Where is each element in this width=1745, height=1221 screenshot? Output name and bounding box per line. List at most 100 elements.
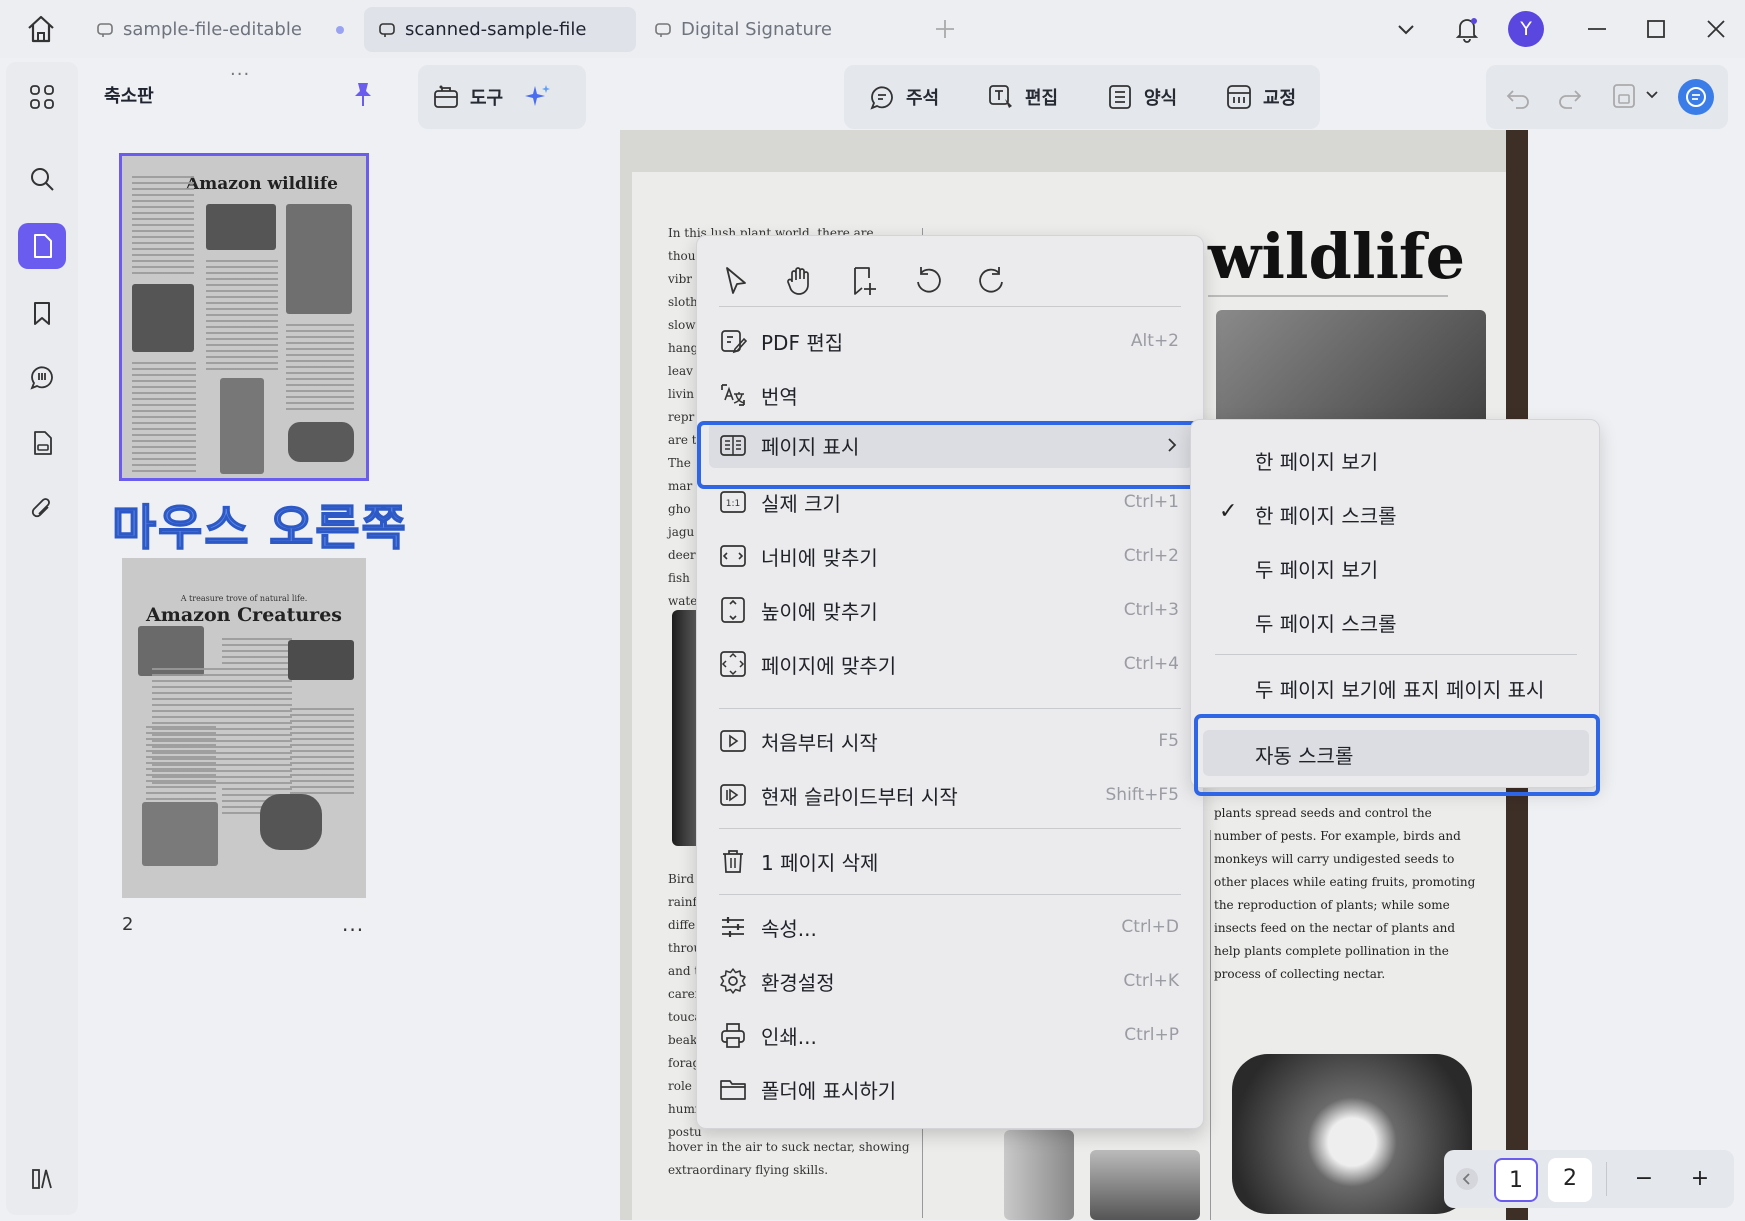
text-line: jagu [668,525,695,539]
text-line: the reproduction of plants; while some [1214,898,1450,912]
menu-shortcut: Ctrl+4 [1123,654,1179,674]
page-button-1[interactable]: 1 [1494,1158,1538,1202]
thumbnail-more-icon[interactable]: ... [342,912,364,936]
menu-item-actual-size[interactable]: 1:1 실제 크기 Ctrl+1 [697,479,1205,525]
text-line: process of collecting nectar. [1214,967,1386,981]
form-icon [1109,85,1131,109]
apps-grid-icon[interactable] [18,74,66,120]
comment-icon [870,86,893,110]
menu-item-fit-width[interactable]: 너비에 맞추기 Ctrl+2 [697,533,1205,579]
pager-divider [1606,1162,1607,1196]
bookmark-icon[interactable] [18,290,66,336]
submenu-item-cover-page[interactable]: 두 페이지 보기에 표지 페이지 표시 [1191,664,1601,710]
menu-separator [719,828,1181,829]
save-icon[interactable] [1610,81,1638,111]
menu-shortcut: F5 [1158,731,1179,751]
undo-icon[interactable] [1504,83,1532,111]
menu-separator [719,708,1181,709]
select-cursor-icon[interactable] [719,254,753,304]
submenu-item-single-page[interactable]: 한 페이지 보기 [1191,436,1601,482]
form-tool[interactable]: 양식 [1092,83,1191,111]
text-line: vibr [668,272,693,286]
ai-sparkle-icon[interactable] [523,82,553,112]
tab-icon [97,22,113,37]
menu-item-delete-page[interactable]: 1 페이지 삭제 [697,838,1205,884]
quick-tools-row [719,254,1009,304]
menu-label: 페이지에 맞추기 [761,653,897,678]
comment-list-icon[interactable] [18,354,66,400]
submenu-label: 두 페이지 보기에 표지 페이지 표시 [1255,678,1545,702]
menu-item-pdf-edit[interactable]: PDF 편집 Alt+2 [697,318,1205,364]
doc-image-owl [1232,1054,1472,1214]
sidebar-toggle-icon[interactable] [18,1156,66,1202]
tab-scanned-sample-file[interactable]: scanned-sample-file [364,7,636,52]
submenu-label: 한 페이지 스크롤 [1255,504,1397,528]
prev-page-icon[interactable] [1456,1168,1478,1190]
tab-digital-signature[interactable]: Digital Signature [640,7,910,52]
panel-resize-grip[interactable]: ··· [230,64,250,85]
submenu-label: 한 페이지 보기 [1255,450,1379,474]
maximize-icon[interactable] [1641,14,1671,44]
thumbnails-page-icon[interactable] [18,223,66,269]
menu-item-start-from-current[interactable]: 현재 슬라이드부터 시작 Shift+F5 [697,772,1205,818]
add-bookmark-icon[interactable] [847,254,881,304]
text-line: help plants complete pollination in the [1214,944,1449,958]
review-tool[interactable]: 교정 [1211,83,1310,111]
close-icon[interactable] [1701,14,1731,44]
menu-item-print[interactable]: 인쇄... Ctrl+P [697,1012,1205,1058]
menu-item-fit-height[interactable]: 높이에 맞추기 Ctrl+3 [697,587,1205,633]
menu-item-properties[interactable]: 속성... Ctrl+D [697,904,1205,950]
home-icon[interactable] [24,12,58,46]
menu-item-preferences[interactable]: 환경설정 Ctrl+K [697,958,1205,1004]
page-thumbnail-1[interactable]: Amazon wildlife [119,153,369,481]
redo-icon[interactable] [1556,83,1584,111]
zoom-in-button[interactable]: + [1678,1158,1722,1202]
pin-icon[interactable] [350,80,376,108]
menu-item-fit-page[interactable]: 페이지에 맞추기 Ctrl+4 [697,641,1205,687]
column-rule [1210,830,1211,1220]
search-icon[interactable] [18,156,66,202]
chevron-down-icon[interactable] [1391,14,1421,44]
play-icon [720,730,746,752]
submenu-item-two-page[interactable]: 두 페이지 보기 [1191,544,1601,590]
tab-label: sample-file-editable [123,19,302,40]
page-thumbnail-2[interactable]: A treasure trove of natural life. Amazon… [122,558,366,898]
tab-label: scanned-sample-file [405,19,587,40]
text-line: mar [668,479,693,493]
menu-shortcut: Ctrl+3 [1123,600,1179,620]
text-line: thou [668,249,696,263]
ai-assistant-icon[interactable] [1678,79,1714,115]
tools-button[interactable]: 도구 [418,83,517,111]
rotate-left-icon[interactable] [911,254,945,304]
history-group [1486,65,1728,129]
comment-tool[interactable]: 주석 [854,83,953,111]
thumbnail-text [206,260,278,370]
menu-item-translate[interactable]: 번역 [697,372,1205,418]
fit-height-icon [721,597,745,623]
context-menu: PDF 편집 Alt+2 번역 페이지 표시 1:1 실제 크기 Ctrl+1 … [696,235,1204,1129]
zoom-out-button[interactable]: − [1622,1158,1666,1202]
minimize-icon[interactable] [1582,14,1612,44]
menu-item-show-in-folder[interactable]: 폴더에 표시하기 [697,1066,1205,1112]
thumbnail-text [222,638,292,818]
text-line: role i [668,1079,700,1093]
new-tab-plus-icon[interactable] [930,14,960,44]
menu-separator [719,894,1181,895]
page-button-2[interactable]: 2 [1548,1158,1592,1202]
save-options-chevron-icon[interactable] [1644,87,1660,103]
submenu-item-two-page-scroll[interactable]: 두 페이지 스크롤 [1191,598,1601,644]
thumbnail-text [146,726,216,806]
menu-shortcut: Ctrl+1 [1123,492,1179,512]
tab-sample-file-editable[interactable]: sample-file-editable [82,7,360,52]
text-line: extraordinary flying skills. [668,1163,829,1177]
rotate-right-icon[interactable] [975,254,1009,304]
edit-tool[interactable]: 편집 [973,83,1072,111]
bell-icon[interactable] [1452,14,1482,44]
attachment-icon[interactable] [18,486,66,532]
avatar[interactable]: Y [1508,11,1544,47]
hand-icon[interactable] [783,254,817,304]
document-icon[interactable] [18,420,66,466]
text-line: rainf [668,895,697,909]
menu-item-start-from-beginning[interactable]: 처음부터 시작 F5 [697,718,1205,764]
submenu-item-single-page-scroll[interactable]: ✓ 한 페이지 스크롤 [1191,490,1601,536]
